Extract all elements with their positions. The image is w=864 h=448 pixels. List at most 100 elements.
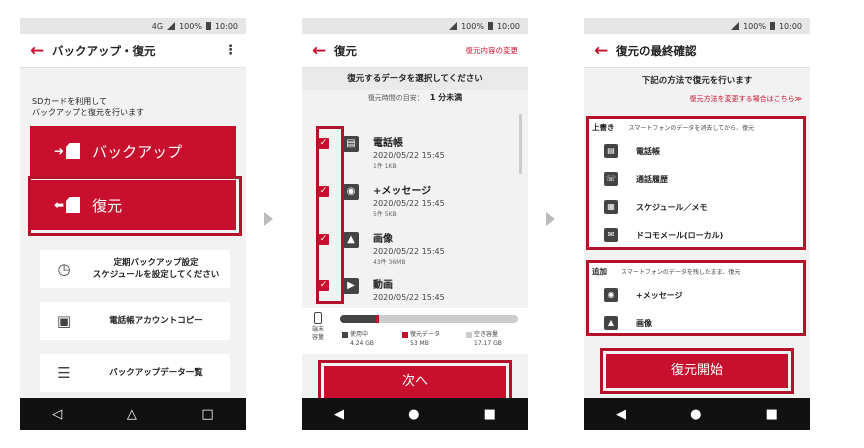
step-arrow-icon [264,212,273,226]
list-item-messages[interactable]: ✓ ◉ +メッセージ 2020/05/22 15:45 5件 5KB [318,178,518,228]
item-name: 画像 [373,234,393,245]
storage-restore-fill [375,315,380,323]
battery-label: 100% [179,21,202,31]
back-arrow-icon[interactable]: ← [594,41,616,61]
overwrite-highlight [586,116,806,250]
description-line-2: バックアップと復元を行います [32,108,144,117]
back-nav-icon[interactable]: ◁ [52,407,62,422]
legend-used-value: 4.24 GB [350,340,375,347]
item-name: +メッセージ [373,186,432,197]
back-nav-icon[interactable]: ◀ [334,407,344,422]
scrollbar[interactable] [519,114,522,174]
back-arrow-icon[interactable]: ← [30,41,52,61]
device-capacity: 端末 容量 [312,312,324,342]
legend-free: 空き容量 17.17 GB [466,330,502,348]
contacts-icon: ▤ [343,136,359,152]
message-icon: ◉ [343,184,359,200]
status-bar: 4G 100% 10:00 [20,18,246,34]
nav-bar: ◀ ● ■ [302,398,528,430]
device-label-2: 容量 [312,334,325,341]
phone-icon [314,312,322,324]
menu-item-label: 定期バックアップ設定 [113,258,199,268]
menu-item-sublabel: スケジュールを設定してください [92,270,220,280]
checkbox-highlight [316,126,344,304]
description: SDカードを利用して バックアップと復元を行います [32,96,144,118]
legend-used-label: 使用中 [350,331,369,338]
menu-item-label: 電話帳アカウントコピー [109,316,203,326]
select-instruction: 復元するデータを選択してください [302,68,528,90]
menu-item-scheduled-backup[interactable]: ◷ 定期バックアップ設定 スケジュールを設定してください [40,250,230,288]
battery-label: 100% [461,21,484,31]
item-info: 5件 5KB [373,211,397,218]
list-icon: ☰ [57,364,71,382]
menu-item-label: バックアップデータ一覧 [109,368,203,378]
step-arrow-icon [546,212,555,226]
clock: 10:00 [214,21,238,31]
phone-screen-restore-confirm: 100% 10:00 ← 復元の最終確認 下記の方法で復元を行います 復元方法を… [584,18,810,430]
clock: 10:00 [496,21,520,31]
legend-restore-label: 復元データ [410,331,441,338]
page-title: 復元の最終確認 [616,43,697,58]
backup-button[interactable]: ➜ バックアップ [30,126,236,176]
page-title: バックアップ・復元 [52,43,156,58]
item-info: 1件 1KB [373,163,397,170]
legend-used: 使用中 4.24 GB [342,330,374,348]
signal-label: 4G [151,21,164,31]
home-nav-icon[interactable]: △ [127,407,137,422]
device-label-1: 端末 [312,326,325,333]
battery-icon [487,22,493,30]
back-arrow-icon[interactable]: ← [312,41,334,61]
legend-free-label: 空き容量 [474,331,499,338]
more-options-icon[interactable]: ⋮ [224,43,237,58]
status-bar: 100% 10:00 [584,18,810,34]
recents-nav-icon[interactable]: □ [201,407,213,422]
home-nav-icon[interactable]: ● [408,407,419,422]
video-icon: ▶ [343,278,359,294]
battery-label: 100% [743,21,766,31]
recents-nav-icon[interactable]: ■ [766,407,778,422]
recents-nav-icon[interactable]: ■ [484,407,496,422]
item-date: 2020/05/22 15:45 [373,151,445,160]
legend-free-value: 17.17 GB [474,340,502,347]
signal-icon [731,22,740,30]
list-item-contacts[interactable]: ✓ ▤ 電話帳 2020/05/22 15:45 1件 1KB [318,130,518,180]
app-bar: ← 復元 復元内容の変更 [302,34,528,68]
item-name: 動画 [373,280,393,291]
app-bar: ← バックアップ・復元 ⋮ [20,34,246,68]
restore-time-estimate: 復元時間の目安： 1 分未満 [302,92,528,103]
battery-icon [769,22,775,30]
page-title: 復元 [334,43,357,58]
confirm-instruction: 下記の方法で復元を行います [641,76,753,86]
menu-item-backup-list[interactable]: ☰ バックアップデータ一覧 [40,354,230,392]
storage-panel: 端末 容量 使用中 4.24 GB 復元データ 53 MB 空き容量 17.17… [302,308,528,354]
history-icon: ◷ [57,260,71,278]
signal-icon [449,22,458,30]
time-value: 1 分未満 [429,93,463,102]
image-icon: ▲ [343,232,359,248]
app-bar: ← 復元の最終確認 [584,34,810,68]
menu-item-contacts-copy[interactable]: ▣ 電話帳アカウントコピー [40,302,230,340]
item-date: 2020/05/22 15:45 [373,293,445,302]
storage-used-fill [340,315,376,323]
append-highlight [586,260,806,336]
phone-screen-restore-select: 100% 10:00 ← 復元 復元内容の変更 復元するデータを選択してください… [302,18,528,430]
backup-button-label: バックアップ [92,142,183,161]
list-item-images[interactable]: ✓ ▲ 画像 2020/05/22 15:45 43件 36MB [318,226,518,276]
home-nav-icon[interactable]: ● [690,407,701,422]
time-label: 復元時間の目安： [367,94,424,102]
phone-screen-backup-restore: 4G 100% 10:00 ← バックアップ・復元 ⋮ SDカードを利用して バ… [20,18,246,430]
item-info: 43件 36MB [373,259,406,266]
status-bar: 100% 10:00 [302,18,528,34]
legend-restore-value: 53 MB [410,340,429,347]
item-name: 電話帳 [373,138,403,149]
sd-card-export-icon: ➜ [54,143,81,159]
restore-highlight [28,176,242,236]
battery-icon [205,22,211,30]
back-nav-icon[interactable]: ◀ [616,407,626,422]
item-date: 2020/05/22 15:45 [373,199,445,208]
nav-bar: ◀ ● ■ [584,398,810,430]
nav-bar: ◁ △ □ [20,398,246,430]
change-restore-content-link[interactable]: 復元内容の変更 [466,45,519,56]
change-method-link[interactable]: 復元方法を変更する場合はこちら≫ [690,94,802,104]
start-highlight [600,348,794,394]
